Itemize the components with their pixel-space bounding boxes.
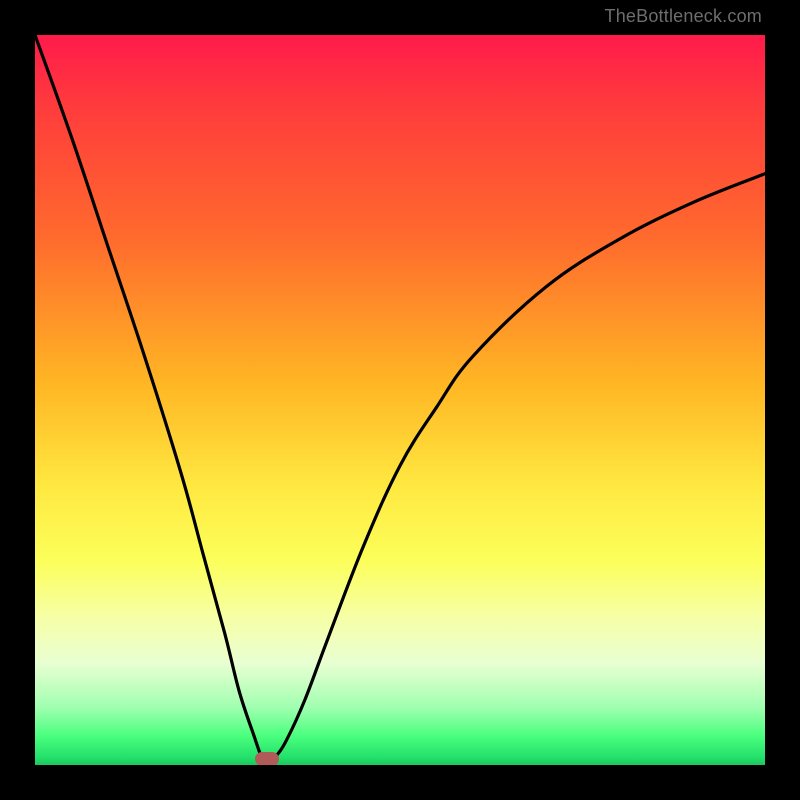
optimal-point-marker xyxy=(255,752,279,765)
plot-area xyxy=(35,35,765,765)
bottleneck-curve xyxy=(35,35,765,765)
chart-stage: TheBottleneck.com xyxy=(0,0,800,800)
watermark-text: TheBottleneck.com xyxy=(605,6,762,27)
